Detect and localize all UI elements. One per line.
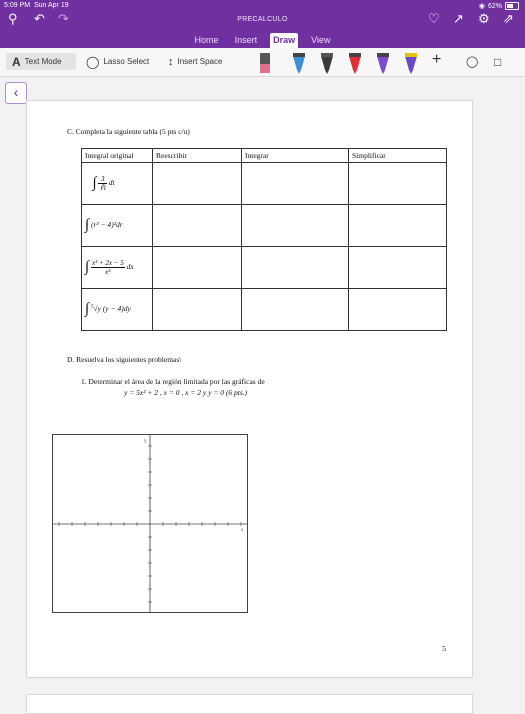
table-header: Integrar [241,148,349,163]
table-row: ∫ 5√y (y − 4)dy [81,288,447,331]
coordinate-grid[interactable]: x y [52,434,248,613]
integral-table: Integral original Reescribir Integrar Si… [81,148,447,331]
table-row: ∫ 3 ∛t dt [81,162,447,205]
axes-svg: x y [53,435,247,612]
table-row: ∫ x³ + 2x − 5 x⁵ dx [81,246,447,289]
integral-cell: ∫ 3 ∛t dt [81,162,153,205]
eraser-icon[interactable] [258,52,272,74]
tab-home[interactable]: Home [192,33,222,48]
insert-space-label: Insert Space [177,57,223,66]
battery-icon [505,2,519,10]
ribbon-tabs: Home Insert Draw View [0,33,525,48]
integrate-cell[interactable] [241,204,349,247]
section-c-heading: C. Completa la siguiente tabla (5 pts c/… [67,127,190,136]
pen-purple-icon[interactable] [376,52,390,74]
table-header-row: Integral original Reescribir Integrar Si… [81,148,447,163]
pen-black-icon[interactable] [320,52,334,74]
draw-ribbon: A Text Mode ◯ Lasso Select ↕ Insert Spac… [0,48,525,77]
wifi-icon: ◉ [478,3,485,10]
battery-percent: 62% [487,2,502,10]
tab-draw[interactable]: Draw [270,33,299,48]
share-icon[interactable]: ↗ [453,12,464,26]
notebook-page[interactable]: C. Completa la siguiente tabla (5 pts c/… [26,100,473,678]
text-mode-button[interactable]: A Text Mode [6,53,76,70]
highlighter-icon[interactable] [404,52,418,74]
next-page-edge [26,694,473,714]
title-bar: 5:09 PM Sun Apr 19 ◉ 62% ⚲ ↶ ↷ PRECALCUL… [0,0,525,48]
integral-cell: ∫ (r³ − 4)²dr [81,204,153,247]
lasso-select-button[interactable]: ◯ Lasso Select [86,53,149,70]
rewrite-cell[interactable] [152,162,242,205]
insert-space-icon: ↕ [168,55,174,68]
x-axis-label: x [241,528,244,533]
text-a-icon: A [12,54,21,69]
table-header: Simplificar [348,148,447,163]
shapes-icon[interactable]: ◯ [466,53,478,70]
rewrite-cell[interactable] [152,204,242,247]
document-title: PRECALCULO [237,16,288,23]
pen-red-icon[interactable] [348,52,362,74]
status-right: ◉ 62% [479,2,519,10]
table-header: Integral original [81,148,153,163]
integral-cell: ∫ x³ + 2x − 5 x⁵ dx [81,246,153,289]
problem-1-text: 1. Determinar el área de la región limit… [81,377,265,386]
pen-blue-icon[interactable] [292,52,306,74]
lasso-icon: ◯ [86,54,100,69]
rewrite-cell[interactable] [152,288,242,331]
integrate-cell[interactable] [241,288,349,331]
tab-insert[interactable]: Insert [232,33,261,48]
section-d-heading: D. Resuelva los siguientes problemas\ [67,355,182,364]
expand-icon[interactable]: ⇗ [503,12,514,26]
status-time: 5:09 PM Sun Apr 19 [4,2,69,9]
y-axis-label: y [144,439,147,444]
simplify-cell[interactable] [348,162,447,205]
integrate-cell[interactable] [241,246,349,289]
add-pen-icon[interactable]: + [432,51,441,68]
convert-icon[interactable]: □ [494,53,501,70]
simplify-cell[interactable] [348,288,447,331]
text-mode-label: Text Mode [24,57,62,66]
simplify-cell[interactable] [348,204,447,247]
page-number: 5 [442,644,446,653]
rewrite-cell[interactable] [152,246,242,289]
table-row: ∫ (r³ − 4)²dr [81,204,447,247]
bell-icon[interactable]: ♡ [428,12,440,26]
chevron-left-icon: ‹ [13,84,19,100]
back-button[interactable]: ‹ [5,82,27,104]
simplify-cell[interactable] [348,246,447,289]
lasso-select-label: Lasso Select [103,57,150,66]
tab-view[interactable]: View [308,33,333,48]
integrate-cell[interactable] [241,162,349,205]
integral-cell: ∫ 5√y (y − 4)dy [81,288,153,331]
problem-1-equation: y = 5x² + 2 , x = 0 , x = 2 y y = 0 (6 p… [124,388,248,397]
insert-space-button[interactable]: ↕ Insert Space [168,53,222,70]
gear-icon[interactable]: ⚙ [478,12,490,26]
table-header: Reescribir [152,148,242,163]
